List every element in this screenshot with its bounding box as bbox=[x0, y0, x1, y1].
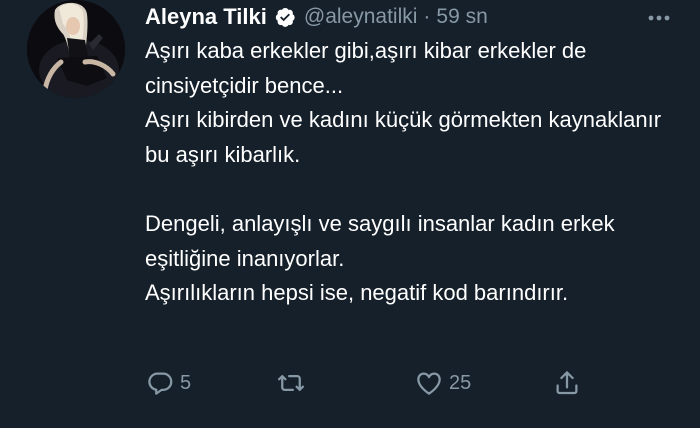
share-button[interactable] bbox=[552, 368, 582, 398]
more-options-icon[interactable] bbox=[644, 6, 674, 30]
tweet[interactable]: Aleyna Tilki @aleynatilki · 59 sn Aşırı … bbox=[0, 0, 700, 428]
tweet-paragraph: Aşırı kaba erkekler gibi,aşırı kibar erk… bbox=[145, 38, 662, 167]
user-handle[interactable]: @aleynatilki bbox=[304, 5, 418, 29]
reply-icon bbox=[145, 368, 175, 398]
tweet-paragraph: Dengeli, anlayışlı ve saygılı insanlar k… bbox=[145, 210, 615, 306]
avatar-image bbox=[27, 0, 125, 98]
separator-dot: · bbox=[423, 5, 431, 28]
like-button[interactable]: 25 bbox=[414, 368, 471, 398]
tweet-text: Aşırı kaba erkekler gibi,aşırı kibar erk… bbox=[145, 34, 685, 311]
retweet-button[interactable] bbox=[276, 368, 311, 398]
reply-button[interactable]: 5 bbox=[145, 368, 191, 398]
timestamp[interactable]: 59 sn bbox=[436, 5, 487, 29]
heart-icon bbox=[414, 368, 444, 398]
retweet-icon bbox=[276, 368, 306, 398]
verified-badge-icon bbox=[274, 6, 296, 28]
like-count: 25 bbox=[449, 371, 472, 394]
tweet-actions: 5 25 bbox=[0, 368, 700, 408]
tweet-header: Aleyna Tilki @aleynatilki · 59 sn bbox=[145, 2, 488, 32]
display-name[interactable]: Aleyna Tilki bbox=[145, 4, 267, 30]
reply-count: 5 bbox=[180, 371, 192, 394]
share-icon bbox=[552, 368, 582, 398]
avatar[interactable] bbox=[27, 0, 125, 98]
